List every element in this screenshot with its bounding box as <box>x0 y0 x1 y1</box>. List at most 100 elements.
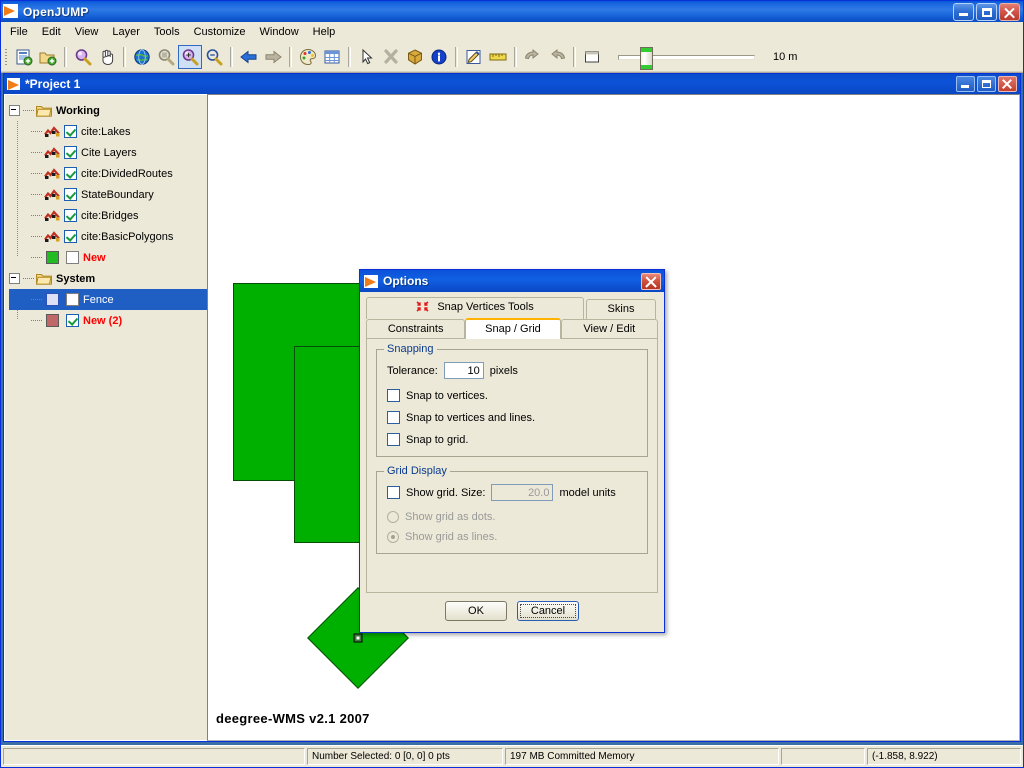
project-window-title: *Project 1 <box>25 77 81 91</box>
snap-to-grid-label: Snap to grid. <box>406 433 469 446</box>
close-button[interactable] <box>999 2 1020 21</box>
tree-node-system[interactable]: System <box>9 268 207 289</box>
feature-info-box-icon[interactable] <box>403 45 427 69</box>
previous-view-arrow-icon[interactable] <box>237 45 261 69</box>
layer-visibility-checkbox[interactable] <box>64 188 77 201</box>
tab-view-edit[interactable]: View / Edit <box>560 319 658 339</box>
pan-hand-icon[interactable] <box>95 45 119 69</box>
fence-rectangle-icon[interactable] <box>580 45 604 69</box>
menu-edit[interactable]: Edit <box>35 24 68 40</box>
menu-layer[interactable]: Layer <box>105 24 147 40</box>
menu-tools[interactable]: Tools <box>147 24 187 40</box>
tree-connector <box>31 236 42 237</box>
show-grid-as-dots-radio[interactable] <box>387 511 399 523</box>
ok-button[interactable]: OK <box>445 601 507 621</box>
tab-snap-vertices-tools[interactable]: Snap Vertices Tools <box>366 297 584 319</box>
layer-visibility-checkbox[interactable] <box>66 293 79 306</box>
tab-skins[interactable]: Skins <box>586 299 656 319</box>
snap-to-grid-row[interactable]: Snap to grid. <box>387 433 637 446</box>
grid-display-group: Grid Display Show grid. Size: model unit… <box>376 465 648 554</box>
layer-visibility-checkbox[interactable] <box>64 230 77 243</box>
layer-visibility-checkbox[interactable] <box>66 314 79 327</box>
zoom-out-icon[interactable] <box>202 45 226 69</box>
zoom-slider-thumb[interactable] <box>640 46 653 70</box>
info-icon[interactable] <box>427 45 451 69</box>
menu-file[interactable]: File <box>3 24 35 40</box>
snap-to-vertices-checkbox[interactable] <box>387 389 400 402</box>
snap-grid-panel: Snapping Tolerance: pixels Snap to verti… <box>366 338 658 593</box>
zoom-in-icon[interactable] <box>178 45 202 69</box>
layer-item-fence[interactable]: Fence <box>9 289 207 310</box>
layer-item-new-2[interactable]: New (2) <box>9 310 207 331</box>
next-view-arrow-icon[interactable] <box>261 45 285 69</box>
zoom-full-extent-globe-icon[interactable] <box>130 45 154 69</box>
layer-visibility-checkbox[interactable] <box>66 251 79 264</box>
memory-info: 197 MB Committed Memory <box>505 748 779 765</box>
project-window-titlebar: *Project 1 <box>4 74 1020 94</box>
layer-visibility-checkbox[interactable] <box>64 125 77 138</box>
show-grid-as-dots-row[interactable]: Show grid as dots. <box>387 511 637 523</box>
layer-item-stateboundary[interactable]: StateBoundary <box>9 184 207 205</box>
menu-view[interactable]: View <box>68 24 106 40</box>
layer-item-new[interactable]: New <box>9 247 207 268</box>
tab-snap-grid[interactable]: Snap / Grid <box>465 318 561 339</box>
undo-icon[interactable] <box>521 45 545 69</box>
color-swatch-icon <box>46 314 59 327</box>
show-grid-as-lines-row[interactable]: Show grid as lines. <box>387 531 637 543</box>
snap-to-vertices-row[interactable]: Snap to vertices. <box>387 389 637 402</box>
toolbar-separator <box>289 47 292 67</box>
toolbar-grip[interactable] <box>4 47 9 67</box>
grid-size-input[interactable] <box>491 484 554 501</box>
menu-customize[interactable]: Customize <box>187 24 253 40</box>
layer-item-cite-dividedroutes[interactable]: cite:DividedRoutes <box>9 163 207 184</box>
zoom-slider[interactable] <box>618 46 755 70</box>
redo-icon[interactable] <box>545 45 569 69</box>
layer-item-cite-lakes[interactable]: cite:Lakes <box>9 121 207 142</box>
menu-help[interactable]: Help <box>306 24 343 40</box>
layer-label: cite:Bridges <box>81 209 139 222</box>
layer-item-cite-basicpolygons[interactable]: cite:BasicPolygons <box>9 226 207 247</box>
cancel-button[interactable]: Cancel <box>517 601 579 621</box>
show-grid-row[interactable]: Show grid. Size: model units <box>387 484 637 501</box>
vector-layer-icon <box>44 125 60 138</box>
options-dialog-close-button[interactable] <box>641 272 661 290</box>
layer-label: New <box>83 251 106 264</box>
layer-item-cite-layers[interactable]: Cite Layers <box>9 142 207 163</box>
map-watermark: deegree-WMS v2.1 2007 <box>216 711 370 726</box>
vector-layer-icon <box>44 146 60 159</box>
tree-node-working[interactable]: Working <box>9 100 207 121</box>
layer-visibility-checkbox[interactable] <box>64 167 77 180</box>
minimize-button[interactable] <box>953 2 974 21</box>
layer-item-cite-bridges[interactable]: cite:Bridges <box>9 205 207 226</box>
show-grid-as-lines-radio[interactable] <box>387 531 399 543</box>
measure-ruler-icon[interactable] <box>486 45 510 69</box>
edit-pencil-icon[interactable] <box>462 45 486 69</box>
project-restore-button[interactable] <box>977 76 996 92</box>
layer-label: New (2) <box>83 314 123 327</box>
select-features-icon[interactable] <box>379 45 403 69</box>
vector-layer-icon <box>44 188 60 201</box>
expander-system[interactable] <box>9 273 20 284</box>
zoom-icon[interactable] <box>71 45 95 69</box>
open-project-icon[interactable] <box>36 45 60 69</box>
new-project-icon[interactable] <box>12 45 36 69</box>
tab-constraints[interactable]: Constraints <box>366 319 466 339</box>
tolerance-input[interactable] <box>443 362 484 379</box>
maximize-button[interactable] <box>976 2 997 21</box>
toolbar-separator <box>348 47 351 67</box>
expander-working[interactable] <box>9 105 20 116</box>
grid-display-legend: Grid Display <box>384 465 450 477</box>
attribute-table-grid-icon[interactable] <box>320 45 344 69</box>
select-arrow-icon[interactable] <box>355 45 379 69</box>
snap-to-grid-checkbox[interactable] <box>387 433 400 446</box>
layer-visibility-checkbox[interactable] <box>64 209 77 222</box>
layer-visibility-checkbox[interactable] <box>64 146 77 159</box>
snap-to-vertices-and-lines-row[interactable]: Snap to vertices and lines. <box>387 411 637 424</box>
show-grid-checkbox[interactable] <box>387 486 400 499</box>
project-close-button[interactable] <box>998 76 1017 92</box>
menu-window[interactable]: Window <box>253 24 306 40</box>
snap-to-vertices-and-lines-checkbox[interactable] <box>387 411 400 424</box>
zoom-to-selected-icon[interactable] <box>154 45 178 69</box>
change-styles-palette-icon[interactable] <box>296 45 320 69</box>
project-minimize-button[interactable] <box>956 76 975 92</box>
